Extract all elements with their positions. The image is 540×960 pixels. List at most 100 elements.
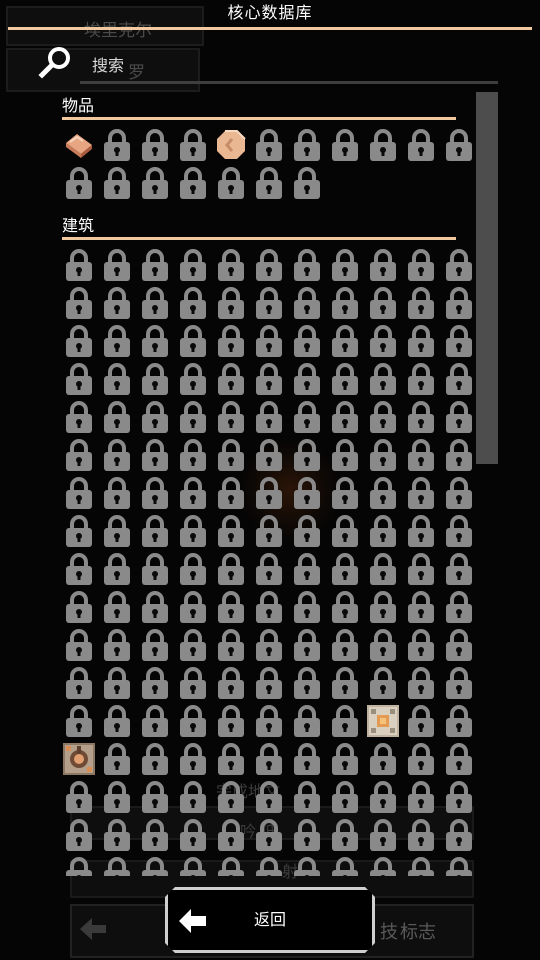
database-entry-locked[interactable]	[136, 360, 174, 398]
database-entry-locked[interactable]	[326, 626, 364, 664]
database-entry-locked[interactable]	[136, 778, 174, 816]
database-entry-locked[interactable]	[402, 740, 440, 778]
database-entry-locked[interactable]	[326, 816, 364, 854]
database-entry-locked[interactable]	[174, 360, 212, 398]
database-entry-locked[interactable]	[212, 360, 250, 398]
database-entry-locked[interactable]	[174, 398, 212, 436]
database-entry-locked[interactable]	[250, 512, 288, 550]
database-entry-locked[interactable]	[174, 588, 212, 626]
database-entry-locked[interactable]	[250, 126, 288, 164]
database-entry-locked[interactable]	[402, 702, 440, 740]
database-entry-locked[interactable]	[60, 284, 98, 322]
database-entry-locked[interactable]	[174, 284, 212, 322]
database-entry-locked[interactable]	[288, 854, 326, 876]
database-entry-locked[interactable]	[440, 360, 478, 398]
database-entry-locked[interactable]	[250, 164, 288, 202]
search-input[interactable]	[92, 52, 492, 78]
database-entry-locked[interactable]	[60, 436, 98, 474]
database-entry-locked[interactable]	[98, 474, 136, 512]
database-entry-locked[interactable]	[288, 398, 326, 436]
database-entry-locked[interactable]	[288, 322, 326, 360]
database-entry-locked[interactable]	[250, 360, 288, 398]
database-scroll-area[interactable]: 物品 建筑	[60, 88, 480, 876]
database-entry-locked[interactable]	[98, 398, 136, 436]
database-entry-locked[interactable]	[440, 626, 478, 664]
database-entry-locked[interactable]	[60, 664, 98, 702]
scrollbar-thumb[interactable]	[476, 92, 498, 464]
database-entry-locked[interactable]	[136, 740, 174, 778]
database-entry-locked[interactable]	[98, 322, 136, 360]
database-entry-locked[interactable]	[288, 664, 326, 702]
database-entry-locked[interactable]	[440, 474, 478, 512]
database-entry-locked[interactable]	[136, 664, 174, 702]
database-entry-locked[interactable]	[288, 550, 326, 588]
database-entry-locked[interactable]	[60, 702, 98, 740]
database-entry-locked[interactable]	[288, 126, 326, 164]
database-entry-locked[interactable]	[440, 512, 478, 550]
database-entry-locked[interactable]	[440, 816, 478, 854]
database-entry-locked[interactable]	[402, 512, 440, 550]
database-entry-locked[interactable]	[326, 854, 364, 876]
database-entry-locked[interactable]	[136, 854, 174, 876]
database-entry-locked[interactable]	[212, 664, 250, 702]
database-entry-locked[interactable]	[440, 284, 478, 322]
database-entry-locked[interactable]	[60, 588, 98, 626]
database-entry-locked[interactable]	[364, 246, 402, 284]
database-entry-locked[interactable]	[136, 284, 174, 322]
database-entry-locked[interactable]	[98, 816, 136, 854]
database-entry-locked[interactable]	[402, 550, 440, 588]
database-entry-locked[interactable]	[136, 816, 174, 854]
database-entry-locked[interactable]	[402, 398, 440, 436]
database-entry-locked[interactable]	[174, 512, 212, 550]
database-entry-locked[interactable]	[364, 778, 402, 816]
database-entry-locked[interactable]	[440, 246, 478, 284]
database-entry-locked[interactable]	[288, 816, 326, 854]
database-entry-locked[interactable]	[98, 126, 136, 164]
database-entry-locked[interactable]	[326, 550, 364, 588]
database-entry-unlocked[interactable]	[364, 702, 402, 740]
database-entry-locked[interactable]	[60, 778, 98, 816]
database-entry-locked[interactable]	[212, 778, 250, 816]
database-entry-locked[interactable]	[364, 816, 402, 854]
database-entry-locked[interactable]	[402, 284, 440, 322]
database-entry-locked[interactable]	[98, 360, 136, 398]
database-entry-locked[interactable]	[98, 854, 136, 876]
database-entry-locked[interactable]	[60, 626, 98, 664]
database-entry-locked[interactable]	[364, 474, 402, 512]
database-entry-locked[interactable]	[440, 398, 478, 436]
database-entry-locked[interactable]	[288, 626, 326, 664]
database-entry-locked[interactable]	[98, 164, 136, 202]
database-entry-locked[interactable]	[174, 740, 212, 778]
database-entry-locked[interactable]	[212, 702, 250, 740]
database-entry-locked[interactable]	[440, 588, 478, 626]
database-entry-locked[interactable]	[440, 778, 478, 816]
database-entry-locked[interactable]	[60, 854, 98, 876]
database-entry-locked[interactable]	[136, 164, 174, 202]
database-entry-locked[interactable]	[136, 702, 174, 740]
database-entry-locked[interactable]	[174, 246, 212, 284]
database-entry-locked[interactable]	[364, 854, 402, 876]
database-entry-locked[interactable]	[440, 436, 478, 474]
database-entry-locked[interactable]	[98, 436, 136, 474]
database-entry-locked[interactable]	[250, 474, 288, 512]
database-entry-locked[interactable]	[402, 854, 440, 876]
database-entry-locked[interactable]	[250, 436, 288, 474]
database-entry-locked[interactable]	[288, 284, 326, 322]
database-entry-locked[interactable]	[364, 588, 402, 626]
database-entry-locked[interactable]	[136, 322, 174, 360]
database-entry-locked[interactable]	[60, 512, 98, 550]
database-entry-locked[interactable]	[250, 816, 288, 854]
database-entry-locked[interactable]	[440, 664, 478, 702]
database-entry-locked[interactable]	[288, 588, 326, 626]
database-entry-locked[interactable]	[440, 322, 478, 360]
database-entry-locked[interactable]	[288, 740, 326, 778]
database-entry-locked[interactable]	[60, 360, 98, 398]
database-entry-locked[interactable]	[174, 126, 212, 164]
database-entry-locked[interactable]	[136, 626, 174, 664]
database-entry-locked[interactable]	[402, 588, 440, 626]
database-entry-locked[interactable]	[326, 398, 364, 436]
database-entry-locked[interactable]	[250, 322, 288, 360]
database-entry-locked[interactable]	[402, 360, 440, 398]
database-entry-locked[interactable]	[174, 474, 212, 512]
database-entry-locked[interactable]	[250, 854, 288, 876]
